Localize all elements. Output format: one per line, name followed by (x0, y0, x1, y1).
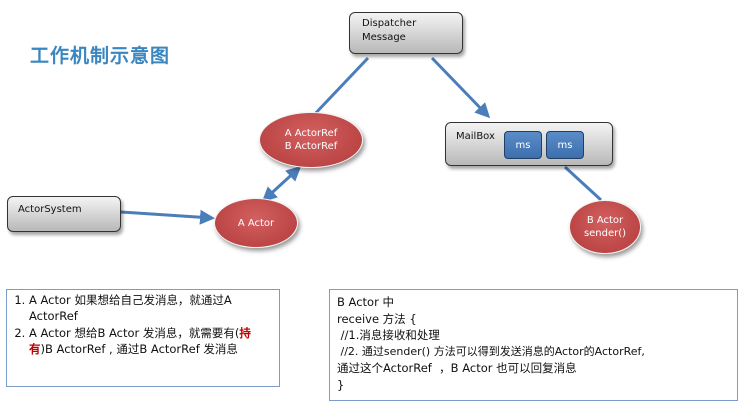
message-item-2: ms (546, 131, 584, 159)
left-note: A Actor 如果想给自己发消息，就通过A ActorRef A Actor … (6, 289, 280, 387)
arrow-actorref-actor-bidirectional (261, 165, 302, 203)
message-label: Message (362, 32, 406, 43)
arrow-actorsystem-to-a-actor (120, 209, 215, 225)
mailbox-label: MailBox (456, 131, 495, 142)
a-actorref-label: A ActorRef (284, 128, 338, 139)
right-note-line-2: receive 方法 { (337, 311, 417, 326)
b-actor-label: B Actor (586, 215, 624, 226)
arrow-dispatcher-to-mailbox (430, 56, 491, 119)
a-actor-label: A Actor (237, 217, 275, 229)
note-item-2-text-a: A Actor 想给B Actor 发消息，就需要有( (29, 326, 240, 340)
note-item-1: A Actor 如果想给自己发消息，就通过A ActorRef (29, 293, 273, 324)
actorsystem-box: ActorSystem (7, 196, 121, 232)
message-item-1: ms (504, 131, 542, 159)
right-note-line-3: //1.消息接收和处理 (337, 328, 440, 342)
arrow-mailbox-to-b-actor (563, 165, 603, 202)
note-list: A Actor 如果想给自己发消息，就通过A ActorRef A Actor … (7, 293, 273, 357)
actorref-ellipse: A ActorRef B ActorRef (259, 112, 363, 168)
right-note: B Actor 中 receive 方法 { //1.消息接收和处理 //2. … (329, 289, 738, 401)
right-note-line-5: 通过这个ActorRef ，B Actor 也可以回复消息 (337, 361, 577, 375)
note-item-2-text-b: )B ActorRef , 通过B ActorRef 发消息 (40, 341, 238, 356)
sender-label: sender() (583, 228, 627, 239)
right-note-line-6: } (337, 377, 345, 392)
dispatcher-message-box: Dispatcher Message (349, 12, 463, 54)
dispatcher-label: Dispatcher (362, 18, 417, 29)
note-item-2: A Actor 想给B Actor 发消息，就需要有(持有)B ActorRef… (29, 326, 273, 357)
right-note-line-4: //2. 通过sender() 方法可以得到发送消息的Actor的ActorRe… (337, 344, 645, 358)
b-actor-ellipse: B Actor sender() (569, 200, 641, 254)
b-actorref-label: B ActorRef (284, 141, 338, 152)
arrow-actorref-to-dispatcher (310, 56, 370, 119)
actorsystem-label: ActorSystem (18, 204, 82, 215)
note-item-1-text: A Actor 如果想给自己发消息，就通过A ActorRef (29, 293, 232, 323)
a-actor-ellipse: A Actor (214, 198, 298, 248)
right-note-line-1: B Actor 中 (337, 295, 394, 309)
